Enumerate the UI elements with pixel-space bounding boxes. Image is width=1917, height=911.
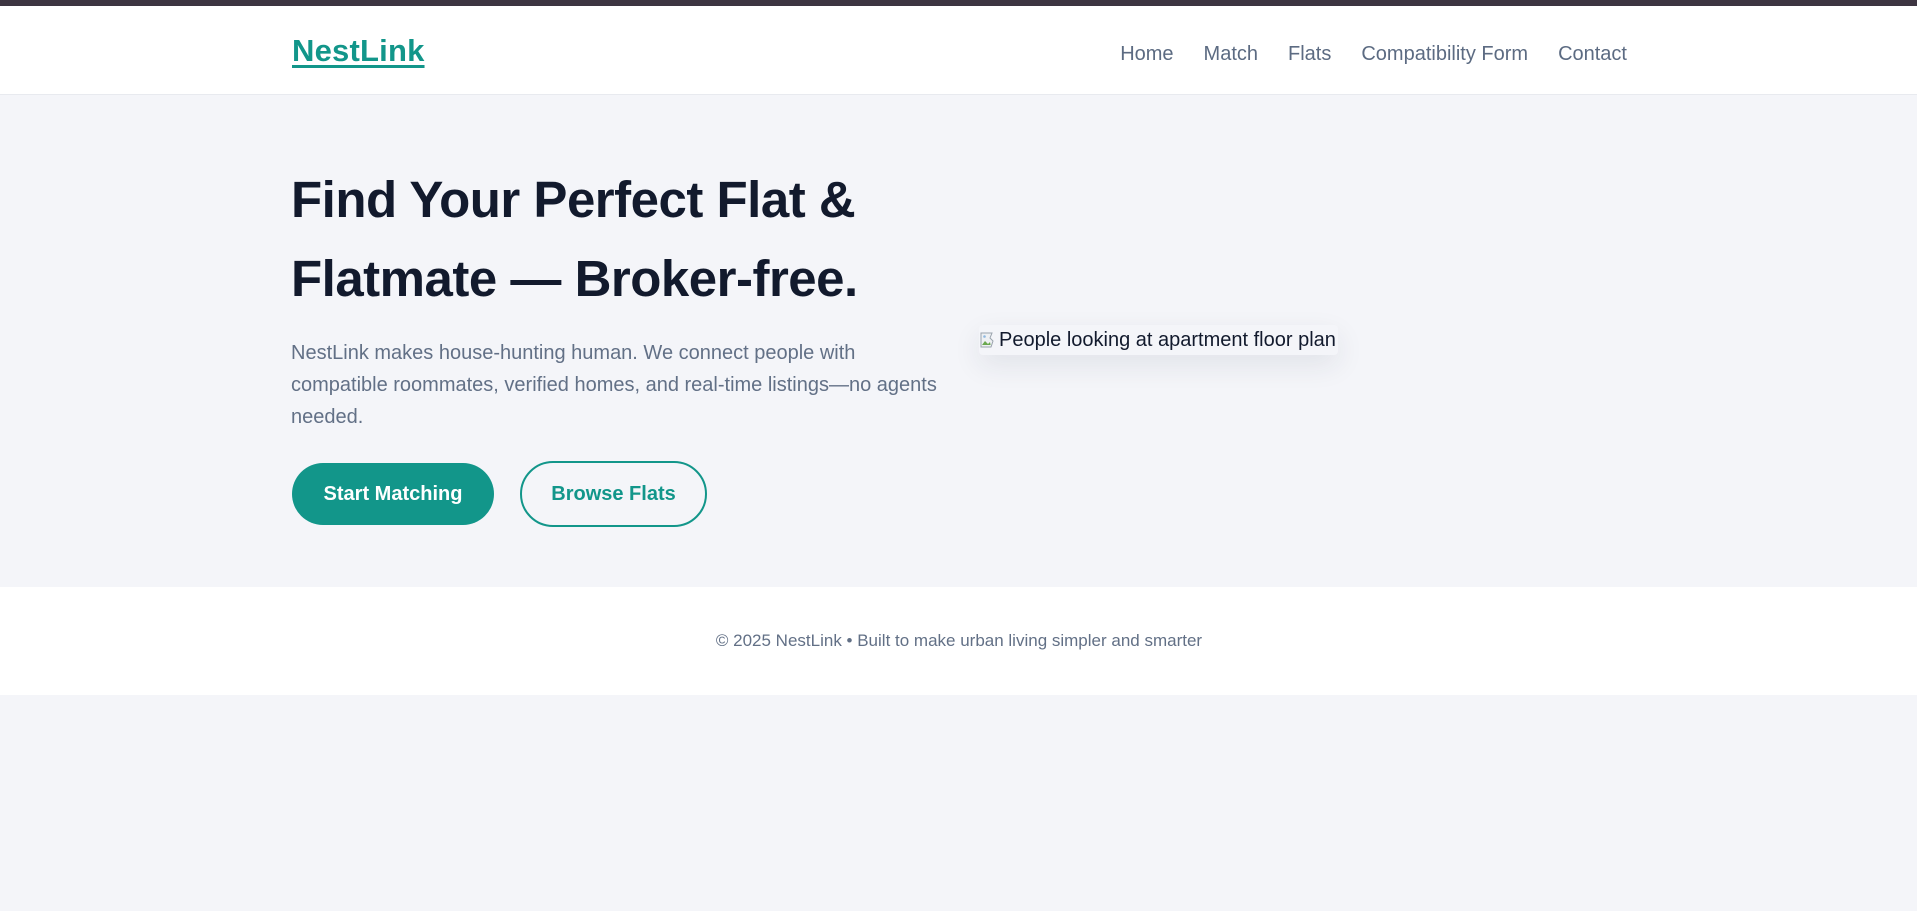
brand-logo-link[interactable]: NestLink [292, 33, 425, 69]
hero-description: NestLink makes house-hunting human. We c… [291, 342, 937, 428]
nav-item-flats[interactable]: Flats [1288, 43, 1331, 66]
footer-copyright: © 2025 NestLink • Built to make urban li… [715, 631, 1203, 650]
nav-item-compatibility-form[interactable]: Compatibility Form [1361, 43, 1528, 66]
nav-item-contact[interactable]: Contact [1558, 43, 1627, 66]
site-header: NestLink Home Match Flats Compatibility … [0, 6, 1917, 95]
start-matching-button[interactable]: Start Matching [292, 463, 494, 525]
main-nav: Home Match Flats Compatibility Form Cont… [1120, 43, 1627, 66]
page-background [0, 695, 1917, 911]
hero-image-alt-text: People looking at apartment floor plan [999, 328, 1336, 351]
nav-item-match[interactable]: Match [1204, 43, 1258, 66]
hero-section: Find Your Perfect Flat & Flatmate — Brok… [0, 95, 1917, 587]
nav-item-home[interactable]: Home [1120, 43, 1173, 66]
hero-title: Find Your Perfect Flat & Flatmate — Brok… [291, 171, 858, 307]
broken-image-icon [979, 330, 999, 350]
hero-image: People looking at apartment floor plan [979, 325, 1338, 355]
browse-flats-button[interactable]: Browse Flats [520, 461, 707, 527]
site-footer: © 2025 NestLink • Built to make urban li… [0, 587, 1917, 695]
